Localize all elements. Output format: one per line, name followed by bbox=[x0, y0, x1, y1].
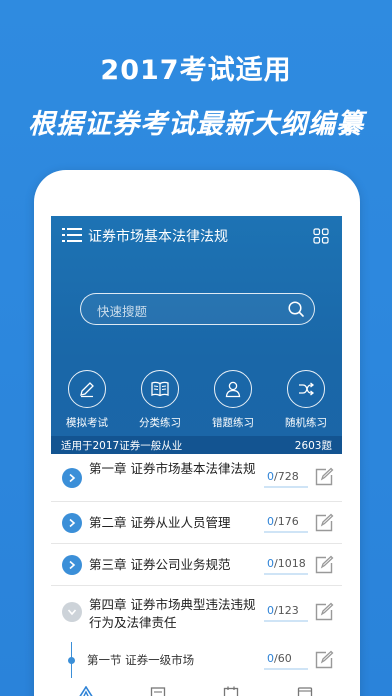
mock-exam-button[interactable]: 模拟考试 bbox=[57, 370, 117, 430]
random-practice-label: 随机练习 bbox=[285, 417, 327, 429]
progress-bar bbox=[264, 668, 308, 670]
progress-bar bbox=[264, 486, 308, 488]
section-title: 第一节 证券一级市场 bbox=[87, 653, 195, 667]
home-tab-icon[interactable] bbox=[78, 686, 94, 696]
pencil-icon bbox=[68, 370, 106, 408]
search-input[interactable]: 快速搜题 bbox=[80, 293, 315, 325]
chapter-progress: 0/728 bbox=[267, 470, 299, 483]
chapter-title: 第四章 证券市场典型违法违规行为及法律责任 bbox=[89, 597, 256, 630]
chapter-row[interactable]: 第二章 证券从业人员管理 0/176 bbox=[51, 502, 342, 544]
progress-bar bbox=[264, 531, 308, 533]
promo-title: 2017考试适用 bbox=[100, 55, 292, 86]
exam-scope: 适用于2017证券一般从业 bbox=[61, 440, 183, 452]
info-bar: 适用于2017证券一般从业 2603题 bbox=[51, 436, 342, 454]
search-icon[interactable] bbox=[287, 300, 305, 318]
section-row[interactable]: 第一节 证券一级市场 0/60 bbox=[51, 642, 342, 678]
bottom-tab-bar bbox=[51, 682, 342, 696]
app-screen: 证券市场基本法律法规 快速搜题 模拟考试 分类练习 错题练习 随机练习 适用于2… bbox=[51, 216, 342, 696]
random-practice-button[interactable]: 随机练习 bbox=[276, 370, 336, 430]
edit-icon[interactable] bbox=[314, 602, 334, 622]
edit-icon[interactable] bbox=[314, 650, 334, 670]
edit-icon[interactable] bbox=[314, 555, 334, 575]
chapter-progress: 0/123 bbox=[267, 604, 299, 617]
progress-bar bbox=[264, 620, 308, 622]
chapter-title: 第一章 证券市场基本法律法规 bbox=[89, 461, 256, 476]
chevron-right-icon bbox=[62, 555, 82, 575]
list-tab-icon[interactable] bbox=[150, 686, 166, 696]
category-practice-label: 分类练习 bbox=[139, 417, 181, 429]
question-total: 2603题 bbox=[294, 440, 332, 452]
edit-icon[interactable] bbox=[314, 513, 334, 533]
profile-tab-icon[interactable] bbox=[297, 686, 313, 696]
progress-bar bbox=[264, 573, 308, 575]
grid-icon[interactable] bbox=[313, 228, 329, 244]
promo-subtitle: 根据证券考试最新大纲编纂 bbox=[28, 109, 364, 140]
chevron-right-icon bbox=[62, 513, 82, 533]
shuffle-icon bbox=[287, 370, 325, 408]
mock-exam-label: 模拟考试 bbox=[66, 417, 108, 429]
section-progress: 0/60 bbox=[267, 652, 292, 665]
top-bar: 证券市场基本法律法规 bbox=[51, 216, 342, 256]
chapter-row[interactable]: 第一章 证券市场基本法律法规 0/728 bbox=[51, 454, 342, 502]
wrong-questions-button[interactable]: 错题练习 bbox=[203, 370, 263, 430]
book-icon bbox=[141, 370, 179, 408]
calendar-tab-icon[interactable] bbox=[223, 686, 239, 696]
category-practice-button[interactable]: 分类练习 bbox=[130, 370, 190, 430]
chevron-down-icon bbox=[62, 602, 82, 622]
tree-dot bbox=[68, 657, 75, 664]
chapter-progress: 0/1018 bbox=[267, 557, 306, 570]
chapter-title: 第三章 证券公司业务规范 bbox=[89, 557, 231, 572]
user-icon bbox=[214, 370, 252, 408]
page-title: 证券市场基本法律法规 bbox=[88, 229, 228, 245]
chapter-title: 第二章 证券从业人员管理 bbox=[89, 515, 231, 530]
chapter-row[interactable]: 第三章 证券公司业务规范 0/1018 bbox=[51, 544, 342, 586]
chapter-row-expanded[interactable]: 第四章 证券市场典型违法违规行为及法律责任 0/123 bbox=[51, 586, 342, 642]
edit-icon[interactable] bbox=[314, 467, 334, 487]
chevron-right-icon bbox=[62, 468, 82, 488]
search-placeholder: 快速搜题 bbox=[97, 304, 148, 319]
list-menu-icon[interactable] bbox=[62, 227, 82, 243]
wrong-questions-label: 错题练习 bbox=[212, 417, 254, 429]
chapter-progress: 0/176 bbox=[267, 515, 299, 528]
header-panel: 证券市场基本法律法规 快速搜题 模拟考试 分类练习 错题练习 随机练习 适用于2… bbox=[51, 216, 342, 454]
